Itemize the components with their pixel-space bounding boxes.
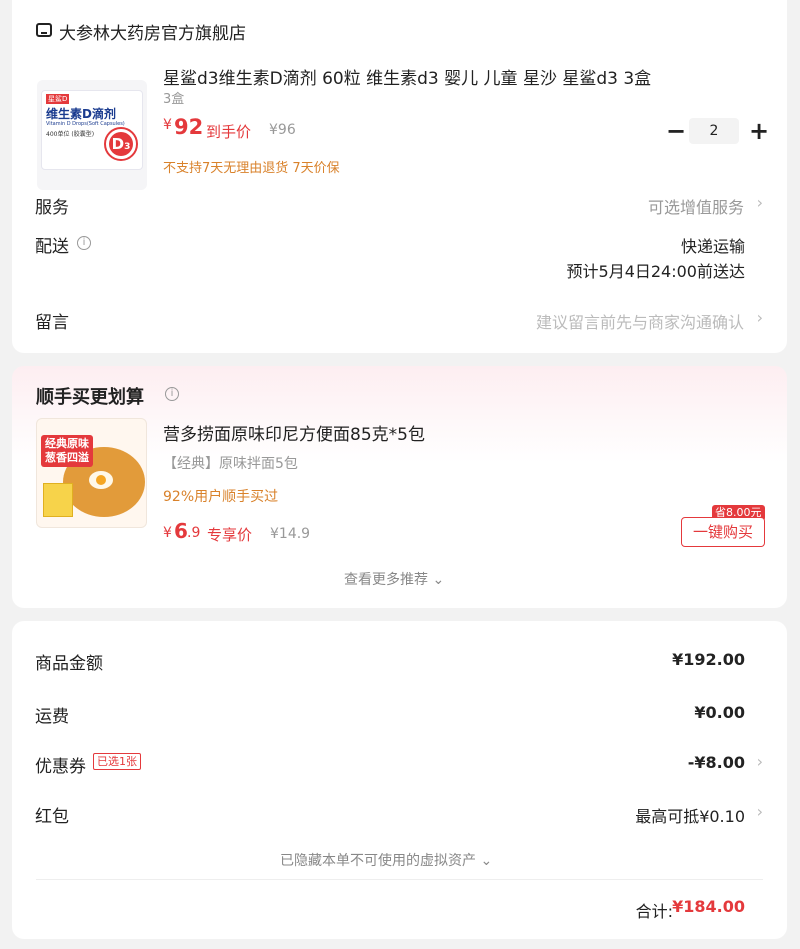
divider xyxy=(36,879,763,880)
see-more-label: 查看更多推荐 xyxy=(344,572,428,588)
coupon-tag: 已选1张 xyxy=(93,753,141,770)
policy-note: 不支持7天无理由退货 7天价保 xyxy=(163,161,340,176)
store-name[interactable]: 大参林大药房官方旗舰店 xyxy=(59,19,246,44)
delivery-label: 配送 xyxy=(35,237,69,257)
box-d-sub: 3 xyxy=(124,142,131,152)
quantity-plus-button[interactable]: + xyxy=(749,119,769,143)
red-packet-value[interactable]: 最高可抵¥0.10 xyxy=(635,803,745,827)
delivery-eta: 预计5月4日24:00前送达 xyxy=(566,262,745,281)
summary-card: 商品金额 ¥192.00 运费 ¥0.00 优惠券 已选1张 -¥8.00 › … xyxy=(12,621,787,939)
addon-price-dec: .9 xyxy=(187,525,201,541)
delivery-method: 快递运输 xyxy=(680,237,745,256)
box-title: 维生素D滴剂 xyxy=(46,107,116,121)
service-label: 服务 xyxy=(35,198,69,218)
original-price: ¥96 xyxy=(269,122,296,138)
info-icon[interactable]: i xyxy=(165,387,179,401)
message-input[interactable]: 建议留言前先与商家沟通确认 xyxy=(536,309,744,333)
box-d: D xyxy=(111,135,125,153)
hidden-assets-label: 已隐藏本单不可使用的虚拟资产 xyxy=(280,853,476,869)
shipping-label: 运费 xyxy=(35,707,69,727)
hidden-assets-toggle[interactable]: 已隐藏本单不可使用的虚拟资产 ⌄ xyxy=(280,850,492,870)
box-dose: 400单位 (胶囊型) xyxy=(46,131,95,138)
box-subtitle: Vitamin D Drops(Soft Capsules) xyxy=(46,121,125,127)
addon-price-tag: 专享价 xyxy=(207,526,253,544)
addon-price-symbol: ¥ xyxy=(163,525,172,541)
image-text-1: 经典原味 xyxy=(45,437,89,450)
service-value[interactable]: 可选增值服务 xyxy=(648,194,744,218)
chevron-down-icon: ⌄ xyxy=(480,853,493,869)
info-icon[interactable]: i xyxy=(77,236,91,250)
chevron-down-icon: ⌄ xyxy=(432,572,445,588)
chevron-right-icon[interactable]: › xyxy=(757,802,763,821)
total-label: 合计: xyxy=(635,902,673,921)
subtotal-value: ¥192.00 xyxy=(672,650,745,669)
egg-illustration xyxy=(89,471,113,489)
addon-product-image[interactable]: 经典原味 葱香四溢 xyxy=(36,418,147,528)
price-symbol: ¥ xyxy=(163,117,172,133)
product-box-illustration: 星鲨D 维生素D滴剂 Vitamin D Drops(Soft Capsules… xyxy=(41,90,143,170)
red-packet-label: 红包 xyxy=(35,807,69,827)
shop-card: 大参林大药房官方旗舰店 星鲨D 维生素D滴剂 Vitamin D Drops(S… xyxy=(12,0,787,353)
box-brand: 星鲨D xyxy=(46,94,70,104)
product-spec[interactable]: 3盒 xyxy=(163,88,184,107)
addon-original-price: ¥14.9 xyxy=(270,526,311,542)
image-badge: 经典原味 葱香四溢 xyxy=(41,435,93,467)
chevron-right-icon[interactable]: › xyxy=(757,193,763,212)
chevron-right-icon[interactable]: › xyxy=(757,752,763,771)
addon-card: 顺手买更划算 i 经典原味 葱香四溢 营多捞面原味印尼方便面85克*5包 【经典… xyxy=(12,366,787,608)
chevron-right-icon[interactable]: › xyxy=(757,308,763,327)
addon-product-spec[interactable]: 【经典】原味拌面5包 xyxy=(163,453,298,473)
total-value: ¥184.00 xyxy=(672,897,745,916)
one-click-buy-button[interactable]: 一键购买 xyxy=(681,517,765,547)
product-name[interactable]: 星鲨d3维生素D滴剂 60粒 维生素d3 婴儿 儿童 星沙 星鲨d3 3盒 xyxy=(163,64,651,89)
subtotal-label: 商品金额 xyxy=(35,654,103,674)
store-icon xyxy=(36,23,52,37)
shipping-value: ¥0.00 xyxy=(694,703,745,722)
message-label: 留言 xyxy=(35,313,69,333)
coupon-label: 优惠券 xyxy=(35,757,86,777)
product-image[interactable]: 星鲨D 维生素D滴剂 Vitamin D Drops(Soft Capsules… xyxy=(37,80,147,190)
product-price: 92 xyxy=(174,115,204,139)
price-tag: 到手价 xyxy=(206,123,252,141)
quantity-input[interactable]: 2 xyxy=(689,118,739,144)
addon-product-name[interactable]: 营多捞面原味印尼方便面85克*5包 xyxy=(163,420,425,445)
noodle-pack-illustration xyxy=(43,483,73,517)
quantity-minus-button[interactable]: − xyxy=(666,119,686,143)
see-more-link[interactable]: 查看更多推荐 ⌄ xyxy=(344,569,444,589)
coupon-value[interactable]: -¥8.00 xyxy=(688,753,745,772)
addon-social-proof: 92%用户顺手买过 xyxy=(163,489,279,505)
d3-logo: D3 xyxy=(104,127,138,161)
addon-title: 顺手买更划算 xyxy=(36,387,144,408)
image-text-2: 葱香四溢 xyxy=(45,451,89,464)
addon-price-int: 6 xyxy=(174,519,188,543)
